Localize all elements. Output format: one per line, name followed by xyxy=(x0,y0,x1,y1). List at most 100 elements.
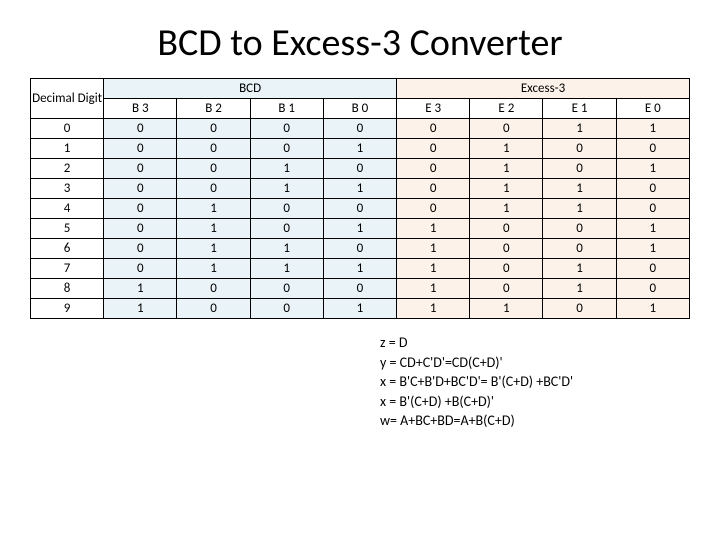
table-cell: 0 xyxy=(543,239,616,259)
table-cell: 0 xyxy=(177,119,250,139)
header-e2: E 2 xyxy=(470,99,543,119)
table-cell: 1 xyxy=(616,119,689,139)
table-cell: 0 xyxy=(323,119,396,139)
table-row: 300110110 xyxy=(31,179,690,199)
table-cell: 0 xyxy=(104,239,177,259)
table-cell: 1 xyxy=(616,159,689,179)
table-cell: 0 xyxy=(397,159,470,179)
table-cell: 0 xyxy=(470,279,543,299)
table-cell: 1 xyxy=(470,299,543,319)
table-cell: 0 xyxy=(323,159,396,179)
table-cell: 0 xyxy=(104,219,177,239)
table-cell: 0 xyxy=(616,259,689,279)
table-cell: 0 xyxy=(31,119,104,139)
table-cell: 1 xyxy=(470,179,543,199)
table-cell: 0 xyxy=(470,119,543,139)
table-cell: 0 xyxy=(323,199,396,219)
table-cell: 1 xyxy=(397,219,470,239)
table-row: 910011101 xyxy=(31,299,690,319)
table-cell: 0 xyxy=(177,159,250,179)
table-cell: 0 xyxy=(104,199,177,219)
table-cell: 0 xyxy=(616,179,689,199)
header-b3: B 3 xyxy=(104,99,177,119)
table-cell: 0 xyxy=(250,279,323,299)
header-b1: B 1 xyxy=(250,99,323,119)
table-cell: 1 xyxy=(177,219,250,239)
table-cell: 1 xyxy=(543,199,616,219)
table-cell: 1 xyxy=(323,139,396,159)
table-row: 100010100 xyxy=(31,139,690,159)
table-cell: 6 xyxy=(31,239,104,259)
table-cell: 0 xyxy=(397,199,470,219)
table-cell: 0 xyxy=(104,259,177,279)
table-cell: 0 xyxy=(104,119,177,139)
table-cell: 0 xyxy=(250,219,323,239)
table-cell: 1 xyxy=(470,159,543,179)
table-cell: 0 xyxy=(250,299,323,319)
table-cell: 1 xyxy=(543,279,616,299)
table-cell: 1 xyxy=(397,279,470,299)
table-cell: 8 xyxy=(31,279,104,299)
header-e0: E 0 xyxy=(616,99,689,119)
table-cell: 1 xyxy=(177,199,250,219)
table-cell: 1 xyxy=(616,219,689,239)
truth-table: Decimal Digit BCD Excess-3 B 3 B 2 B 1 B… xyxy=(30,78,690,319)
table-cell: 0 xyxy=(250,199,323,219)
table-cell: 1 xyxy=(543,119,616,139)
header-bcd: BCD xyxy=(104,79,397,99)
header-decimal: Decimal Digit xyxy=(31,79,104,119)
table-cell: 0 xyxy=(250,119,323,139)
table-cell: 1 xyxy=(323,259,396,279)
table-cell: 9 xyxy=(31,299,104,319)
table-cell: 1 xyxy=(397,259,470,279)
table-cell: 1 xyxy=(104,279,177,299)
table-cell: 1 xyxy=(323,219,396,239)
table-cell: 0 xyxy=(470,259,543,279)
table-cell: 0 xyxy=(616,139,689,159)
table-cell: 0 xyxy=(470,219,543,239)
table-cell: 1 xyxy=(250,159,323,179)
table-cell: 0 xyxy=(104,179,177,199)
table-cell: 1 xyxy=(616,299,689,319)
table-cell: 0 xyxy=(543,219,616,239)
table-cell: 1 xyxy=(250,259,323,279)
table-cell: 3 xyxy=(31,179,104,199)
table-cell: 0 xyxy=(323,239,396,259)
header-b0: B 0 xyxy=(323,99,396,119)
table-cell: 0 xyxy=(397,139,470,159)
table-cell: 0 xyxy=(397,119,470,139)
table-cell: 0 xyxy=(616,279,689,299)
header-b2: B 2 xyxy=(177,99,250,119)
table-cell: 5 xyxy=(31,219,104,239)
formula-w: w= A+BC+BD=A+B(C+D) xyxy=(380,411,690,431)
page-title: BCD to Excess-3 Converter xyxy=(30,20,690,66)
table-row: 200100101 xyxy=(31,159,690,179)
table-row: 810001010 xyxy=(31,279,690,299)
table-cell: 1 xyxy=(323,179,396,199)
table-cell: 0 xyxy=(323,279,396,299)
table-cell: 1 xyxy=(177,259,250,279)
table-row: 701111010 xyxy=(31,259,690,279)
table-cell: 1 xyxy=(616,239,689,259)
table-cell: 0 xyxy=(104,139,177,159)
table-cell: 0 xyxy=(177,179,250,199)
header-e1: E 1 xyxy=(543,99,616,119)
table-cell: 1 xyxy=(250,239,323,259)
table-cell: 1 xyxy=(470,199,543,219)
table-cell: 1 xyxy=(543,259,616,279)
table-cell: 0 xyxy=(104,159,177,179)
table-cell: 1 xyxy=(470,139,543,159)
table-cell: 0 xyxy=(543,139,616,159)
table-row: 601101001 xyxy=(31,239,690,259)
table-cell: 2 xyxy=(31,159,104,179)
table-cell: 1 xyxy=(397,299,470,319)
formula-y: y = CD+C'D'=CD(C+D)' xyxy=(380,353,690,373)
table-cell: 1 xyxy=(177,239,250,259)
table-cell: 0 xyxy=(616,199,689,219)
table-cell: 1 xyxy=(323,299,396,319)
table-cell: 7 xyxy=(31,259,104,279)
boolean-formulas: z = D y = CD+C'D'=CD(C+D)' x = B'C+B'D+B… xyxy=(380,333,690,431)
table-cell: 4 xyxy=(31,199,104,219)
table-cell: 0 xyxy=(177,139,250,159)
table-row: 401000110 xyxy=(31,199,690,219)
